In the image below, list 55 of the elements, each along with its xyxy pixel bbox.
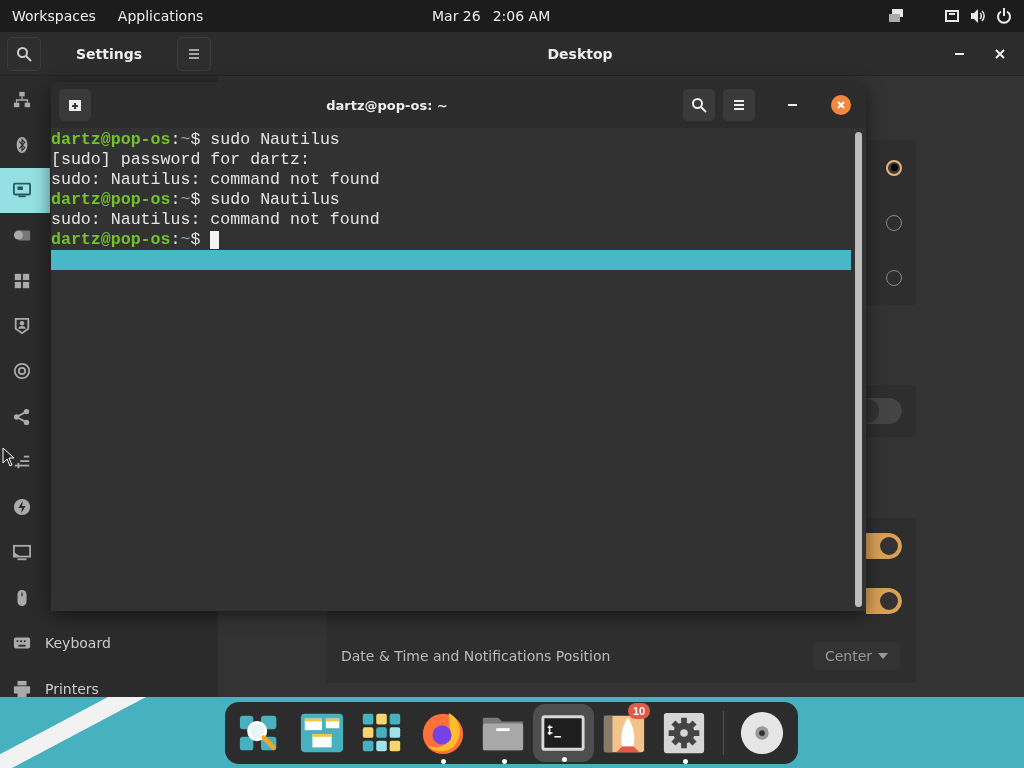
- caret-icon: [878, 652, 888, 659]
- menu-button[interactable]: [723, 89, 755, 121]
- at-sign-icon: [13, 362, 31, 381]
- volume-icon[interactable]: [970, 8, 986, 24]
- position-dropdown[interactable]: Center: [812, 641, 900, 670]
- menu-button[interactable]: [177, 36, 211, 71]
- radio-button[interactable]: [886, 159, 902, 176]
- terminal-line: dartz@pop-os:~$: [51, 230, 201, 250]
- terminal-line: [sudo] password for dartz:: [51, 150, 310, 170]
- window-stack-icon[interactable]: [888, 8, 904, 24]
- search-icon: [691, 97, 707, 113]
- search-button[interactable]: [7, 36, 41, 71]
- toggle-switch[interactable]: [866, 532, 902, 559]
- dock-item[interactable]: 10: [593, 702, 655, 764]
- dock-item[interactable]: [533, 704, 594, 762]
- window-title: Desktop: [547, 46, 613, 62]
- time-label[interactable]: 2:06 AM: [492, 8, 551, 24]
- network-icon: [13, 90, 31, 109]
- terminal-line: dartz@pop-os:~$ sudo Nautilus: [51, 130, 340, 150]
- minimize-icon: [787, 104, 797, 106]
- search-icon: [16, 45, 32, 62]
- display-icon: [13, 181, 31, 200]
- lightning-icon: [13, 498, 31, 517]
- menu-icon: [731, 97, 747, 113]
- sliders-icon: [13, 453, 31, 471]
- terminal-line: sudo: Nautilus: command not found: [51, 170, 380, 190]
- sidebar-item[interactable]: Keyboard: [0, 620, 218, 666]
- search-button[interactable]: [683, 89, 715, 121]
- plus-icon: [67, 97, 83, 113]
- settings-title: Settings: [75, 45, 143, 62]
- toggle-switch[interactable]: [866, 587, 902, 614]
- terminal-line: sudo: Nautilus: command not found: [51, 210, 380, 230]
- new-tab-button[interactable]: [59, 89, 91, 121]
- close-button[interactable]: [831, 95, 851, 115]
- printer-icon: [13, 679, 31, 698]
- setting-label: Date & Time and Notifications Position: [341, 647, 611, 664]
- power-icon[interactable]: [996, 8, 1012, 24]
- close-icon: [837, 101, 845, 109]
- disc-icon: [738, 710, 785, 756]
- applications-button[interactable]: Applications: [117, 8, 204, 24]
- monitor-icon: [13, 543, 31, 562]
- workspaces-button[interactable]: Workspaces: [12, 8, 96, 24]
- shield-person-icon: [13, 317, 31, 336]
- app-grid-icon: [13, 271, 31, 290]
- terminal-line: dartz@pop-os:~$ sudo Nautilus: [51, 190, 340, 210]
- date-label[interactable]: Mar 26: [432, 8, 481, 24]
- share-icon: [13, 407, 31, 426]
- toggle-switch[interactable]: [866, 398, 902, 424]
- sidebar-item[interactable]: [0, 167, 50, 213]
- scrollbar[interactable]: [855, 132, 862, 607]
- minimize-icon: [954, 52, 964, 55]
- close-icon: [993, 46, 1007, 61]
- notification-badge: 10: [627, 703, 651, 719]
- window-title: dartz@pop-os: ~: [325, 97, 449, 113]
- sidebar-item[interactable]: Printers: [0, 665, 218, 712]
